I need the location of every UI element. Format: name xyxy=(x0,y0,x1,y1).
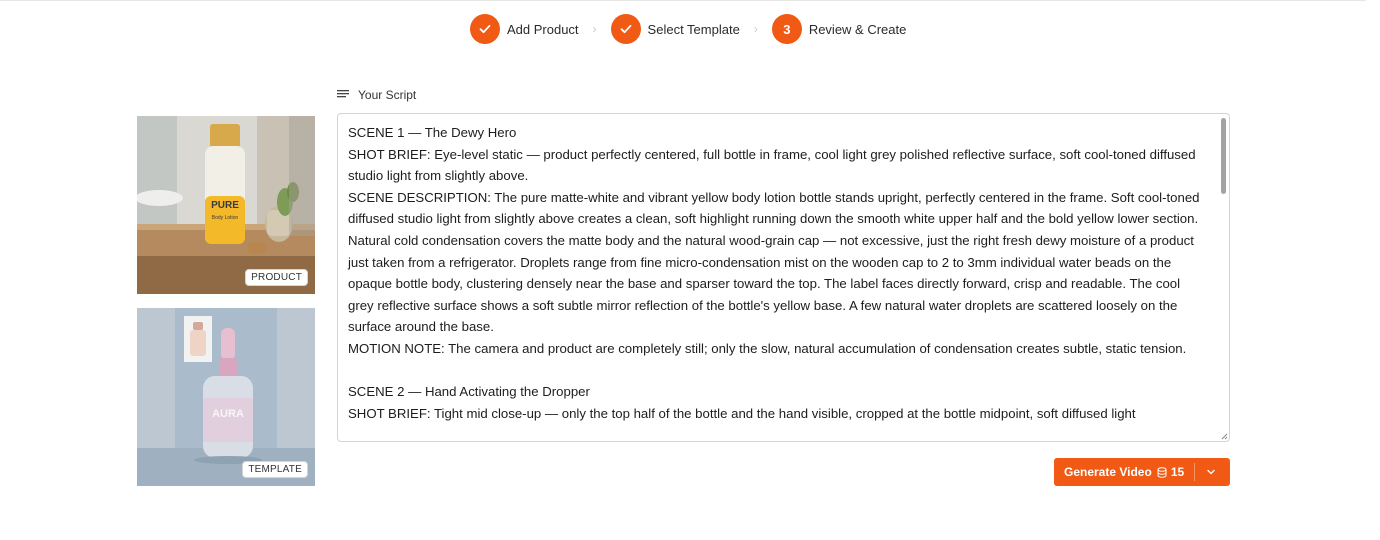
check-icon xyxy=(479,24,491,34)
template-image: AURA TEMPLATE xyxy=(137,308,315,486)
script-content[interactable]: SCENE 1 — The Dewy Hero SHOT BRIEF: Eye-… xyxy=(348,122,1206,424)
step-review-create[interactable]: 3 Review & Create xyxy=(771,14,907,44)
script-header: Your Script xyxy=(337,88,416,102)
check-icon xyxy=(620,24,631,34)
product-image: PURE Body Lotion PRODUCT xyxy=(137,116,315,294)
product-photo: PURE Body Lotion xyxy=(137,116,315,294)
step-complete-circle xyxy=(610,14,641,44)
chevron-down-icon[interactable] xyxy=(1206,467,1216,477)
bottle-subtext: Body Lotion xyxy=(212,215,239,221)
coins-icon xyxy=(1157,466,1167,478)
step-label: Select Template xyxy=(647,21,740,37)
scrollbar[interactable] xyxy=(1221,118,1226,434)
button-divider xyxy=(1194,463,1195,481)
credit-count: 15 xyxy=(1170,465,1185,479)
step-add-product[interactable]: Add Product xyxy=(470,14,579,44)
step-number-circle: 3 xyxy=(771,14,802,44)
bottle-brand: AURA xyxy=(212,408,244,420)
chevron-right-icon: › xyxy=(753,22,758,36)
step-select-template[interactable]: Select Template xyxy=(610,14,740,44)
product-badge: PRODUCT xyxy=(245,269,308,286)
step-label: Review & Create xyxy=(808,21,907,37)
step-complete-circle xyxy=(470,14,500,44)
scrollbar-thumb[interactable] xyxy=(1221,118,1226,194)
chevron-right-icon: › xyxy=(592,22,597,36)
generate-video-button[interactable]: Generate Video 15 xyxy=(1054,458,1230,486)
generate-label: Generate Video xyxy=(1064,465,1152,479)
resize-grip-icon[interactable] xyxy=(1220,432,1228,440)
lines-icon xyxy=(337,90,349,98)
template-badge: TEMPLATE xyxy=(242,461,308,478)
template-photo: AURA xyxy=(137,308,315,486)
script-textarea[interactable]: SCENE 1 — The Dewy Hero SHOT BRIEF: Eye-… xyxy=(337,113,1230,442)
top-divider xyxy=(0,0,1366,1)
script-title: Your Script xyxy=(358,88,417,102)
bottle-brand: PURE xyxy=(211,200,239,211)
step-label: Add Product xyxy=(507,21,579,37)
progress-stepper: Add Product › Select Template › 3 Review… xyxy=(470,14,906,44)
